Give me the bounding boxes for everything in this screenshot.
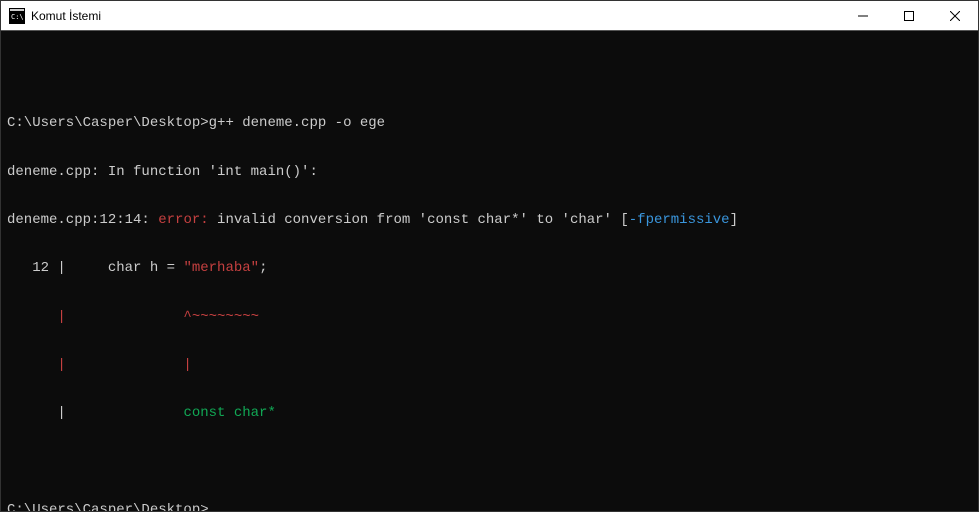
string-literal: "merhaba"	[183, 260, 259, 276]
svg-text:C:\: C:\	[11, 13, 24, 21]
file-location: deneme.cpp:12:14:	[7, 212, 158, 228]
prompt-line: C:\Users\Casper\Desktop>	[7, 502, 972, 511]
prompt-text: C:\Users\Casper\Desktop>	[7, 115, 209, 131]
pointer-line: | |	[7, 357, 972, 373]
blank-line	[7, 67, 972, 83]
semicolon: ;	[259, 260, 267, 276]
type-hint: const char*	[183, 405, 275, 421]
error-msg: ' [	[604, 212, 629, 228]
indent: |	[7, 405, 183, 421]
cmd-window: C:\ Komut İstemi C:\Users\Casper\Desktop…	[0, 0, 979, 512]
error-line: deneme.cpp:12:14: error: invalid convers…	[7, 212, 972, 228]
blank-line	[7, 453, 972, 469]
titlebar: C:\ Komut İstemi	[1, 1, 978, 31]
window-title: Komut İstemi	[31, 9, 840, 23]
window-controls	[840, 1, 978, 30]
compiler-flag: -fpermissive	[629, 212, 730, 228]
error-label: error:	[158, 212, 217, 228]
type-line: | const char*	[7, 405, 972, 421]
error-msg: ]	[730, 212, 738, 228]
minimize-button[interactable]	[840, 1, 886, 30]
line-number: 12 | char h =	[7, 260, 183, 276]
error-msg: invalid conversion from '	[217, 212, 427, 228]
command-line: C:\Users\Casper\Desktop>g++ deneme.cpp -…	[7, 115, 972, 131]
close-button[interactable]	[932, 1, 978, 30]
context-line: deneme.cpp: In function 'int main()':	[7, 164, 972, 180]
error-msg: ' to '	[520, 212, 570, 228]
source-line: 12 | char h = "merhaba";	[7, 260, 972, 276]
terminal-area[interactable]: C:\Users\Casper\Desktop>g++ deneme.cpp -…	[1, 31, 978, 511]
maximize-button[interactable]	[886, 1, 932, 30]
type-to: char	[570, 212, 604, 228]
caret-line: | ^~~~~~~~~	[7, 309, 972, 325]
cmd-icon: C:\	[9, 8, 25, 24]
type-from: const char*	[427, 212, 519, 228]
command-text: g++ deneme.cpp -o ege	[209, 115, 385, 131]
